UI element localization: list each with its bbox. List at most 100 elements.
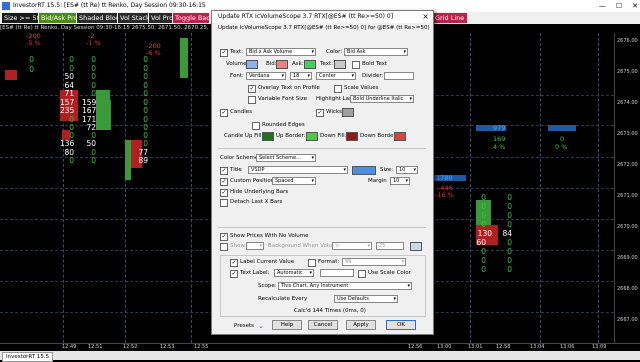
- custom-position-checkbox[interactable]: ✓: [220, 178, 228, 186]
- cancel-button[interactable]: Cancel: [308, 320, 338, 330]
- pct-label: -16 %: [435, 191, 454, 199]
- presets-label[interactable]: Presets: [234, 323, 254, 329]
- title-select[interactable]: VSDP: [248, 166, 348, 174]
- dialog-subtitle: Update IcVolumeScope 3.7 RTX[@ES# (tt Re…: [218, 25, 430, 31]
- highlight-select[interactable]: Bold Underline Italic: [350, 95, 414, 103]
- toolbar-vol-prof[interactable]: Vol Prof: [149, 13, 175, 23]
- overlay-checkbox[interactable]: ✓: [248, 85, 256, 93]
- title-size-select[interactable]: 10: [396, 166, 418, 174]
- wicks-label: Wicks: [326, 109, 342, 115]
- align-select[interactable]: Center: [316, 72, 356, 80]
- position-select[interactable]: Spaced: [272, 177, 316, 185]
- label-current-checkbox[interactable]: ✓: [230, 259, 238, 267]
- hide-bars-checkbox[interactable]: ✓: [220, 189, 228, 197]
- text-label-checkbox[interactable]: ✓: [230, 270, 238, 278]
- text-label-input[interactable]: [320, 269, 354, 277]
- ask-cell: 0: [507, 265, 512, 274]
- format-checkbox[interactable]: [308, 259, 316, 267]
- text-color-label: Text:: [320, 61, 333, 67]
- rounded-checkbox[interactable]: [252, 122, 260, 130]
- close-window-icon[interactable]: ✕: [632, 0, 638, 12]
- toolbar-bid-ask-prof[interactable]: Bid/Ask Prof: [39, 13, 80, 23]
- ask-label: Ask:: [292, 61, 304, 67]
- show-bg-checkbox[interactable]: [220, 243, 228, 251]
- bid-color-swatch[interactable]: [276, 60, 288, 69]
- wicks-checkbox[interactable]: ✓: [316, 109, 324, 117]
- bold-text-checkbox[interactable]: [352, 61, 360, 69]
- chevron-down-icon[interactable]: ⌄: [258, 322, 264, 330]
- ok-button[interactable]: OK: [386, 320, 416, 330]
- format-select[interactable]: 99: [342, 258, 406, 266]
- label-current-label: Label Current Value: [240, 259, 295, 265]
- time-label: 12:51: [88, 344, 103, 350]
- minimize-icon[interactable]: —: [599, 0, 606, 12]
- maximize-icon[interactable]: ☐: [616, 0, 622, 12]
- pct-label: 4 %: [493, 143, 506, 151]
- volume-color-swatch[interactable]: [246, 60, 258, 69]
- scale-values-checkbox[interactable]: [334, 85, 342, 93]
- up-border-label: Up Border:: [276, 133, 306, 139]
- price-label: 2674.00: [617, 100, 638, 106]
- bold-text-label: Bold Text: [362, 61, 388, 67]
- detach-checkbox[interactable]: [220, 199, 228, 207]
- wicks-color-swatch[interactable]: [342, 108, 354, 117]
- time-label: 12:53: [160, 344, 175, 350]
- scale-values-label: Scale Values: [344, 85, 379, 91]
- help-button[interactable]: Help: [272, 320, 302, 330]
- variable-font-checkbox[interactable]: [248, 96, 256, 104]
- dialog-title-bar: Update RTX IcVolumeScope 3.7 RTX[@ES# (t…: [212, 11, 433, 23]
- bg-value-input[interactable]: 25: [376, 242, 404, 250]
- window-tab[interactable]: InvestorRT 15.5: [2, 352, 54, 362]
- toolbar-vol-stack[interactable]: Vol Stack: [118, 13, 150, 23]
- margin-select[interactable]: 10: [390, 177, 410, 185]
- title-color-swatch[interactable]: [352, 166, 376, 175]
- candles-checkbox[interactable]: ✓: [220, 109, 228, 117]
- pct-label: 169: [493, 135, 506, 143]
- price-label: 2672.00: [617, 162, 638, 168]
- scope-select[interactable]: This Chart, Any Instrument: [278, 282, 412, 290]
- bg-color-swatch[interactable]: [410, 242, 422, 251]
- down-border-swatch[interactable]: [394, 132, 406, 141]
- use-scale-checkbox[interactable]: [358, 270, 366, 278]
- candle-up-swatch[interactable]: [262, 132, 274, 141]
- pct-label: -5 %: [26, 39, 41, 47]
- toolbar-shaded-block[interactable]: Shaded Block: [77, 13, 123, 23]
- up-border-swatch[interactable]: [306, 132, 318, 141]
- bg-op-select[interactable]: >: [332, 242, 372, 250]
- font-size-select[interactable]: 18: [290, 72, 312, 80]
- time-label: 12:55: [194, 344, 209, 350]
- text-select[interactable]: Bid x Ask Volume: [246, 48, 316, 56]
- down-fill-swatch[interactable]: [346, 132, 358, 141]
- text-checkbox[interactable]: ✓: [220, 49, 228, 57]
- apply-button[interactable]: Apply: [346, 320, 376, 330]
- bid-cell: 0: [69, 156, 74, 165]
- price-axis[interactable]: 2676.00 2675.00 2674.00 2673.00 2672.00 …: [614, 33, 640, 343]
- scope-label: Scope:: [258, 283, 277, 289]
- close-icon[interactable]: ×: [422, 11, 429, 23]
- bid-cell: 0: [481, 265, 486, 274]
- margin-label: Margin: [368, 178, 387, 184]
- text-label-select[interactable]: Automatic: [274, 269, 314, 277]
- toolbar-grid-line[interactable]: Grid Line: [433, 13, 467, 23]
- show-select[interactable]: [246, 242, 264, 250]
- color-scheme-select[interactable]: Select Scheme...: [256, 154, 316, 162]
- divider-input[interactable]: [384, 72, 414, 80]
- ask-color-swatch[interactable]: [304, 60, 316, 69]
- time-label: 13:01: [468, 344, 483, 350]
- show-prices-checkbox[interactable]: ✓: [220, 233, 228, 241]
- toolbar-toggle-back[interactable]: Toggle Back: [173, 13, 214, 23]
- toolbar-size-filter[interactable]: Size >= 50: [2, 13, 41, 23]
- bid-cell: 0: [29, 65, 34, 74]
- price-label: 2667.00: [617, 317, 638, 323]
- title-checkbox[interactable]: ✓: [220, 167, 228, 175]
- text-color-swatch[interactable]: [334, 60, 346, 69]
- recalc-select[interactable]: Use Defaults: [334, 295, 398, 303]
- time-label: 13:06: [560, 344, 575, 350]
- price-label: 2673.00: [617, 131, 638, 137]
- candle-up-label: Candle Up Fill:: [224, 133, 264, 139]
- down-border-label: Down Border:: [360, 133, 398, 139]
- font-select[interactable]: Verdana: [246, 72, 286, 80]
- variable-font-label: Variable Font Size: [258, 96, 308, 102]
- bid-cell: 0: [29, 55, 34, 64]
- color-select[interactable]: Bid Ask: [344, 48, 408, 56]
